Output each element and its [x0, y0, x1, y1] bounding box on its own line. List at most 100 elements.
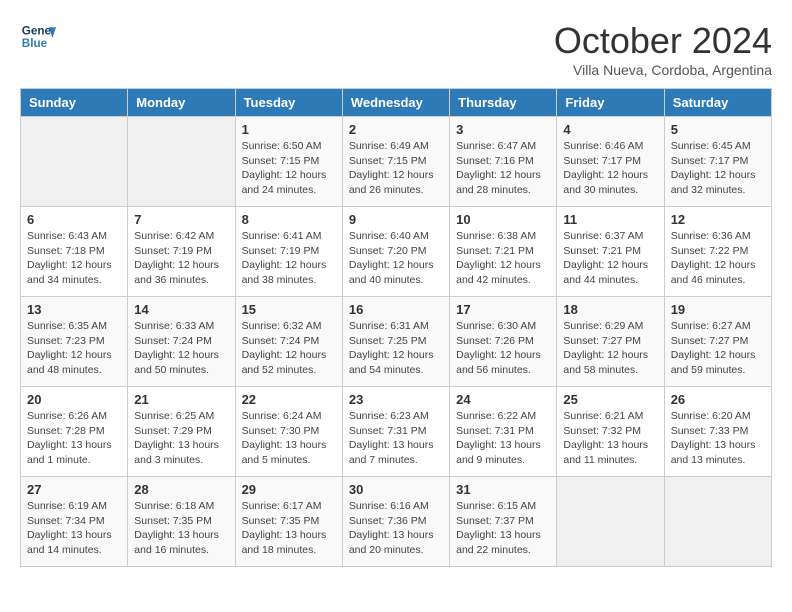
calendar-cell: 3Sunrise: 6:47 AM Sunset: 7:16 PM Daylig… — [450, 117, 557, 207]
day-info: Sunrise: 6:49 AM Sunset: 7:15 PM Dayligh… — [349, 139, 443, 198]
day-number: 26 — [671, 392, 765, 407]
day-number: 22 — [242, 392, 336, 407]
calendar-week-row: 1 Sunrise: 6:50 AM Sunset: 7:15 PM Daylig… — [21, 117, 772, 207]
calendar-cell: 29 Sunrise: 6:17 AM Sunset: 7:35 PM Dayli… — [235, 477, 342, 567]
day-info: Sunrise: 6:19 AM Sunset: 7:34 PM Dayligh… — [27, 499, 121, 558]
calendar-cell: 13 Sunrise: 6:35 AM Sunset: 7:23 PM Dayli… — [21, 297, 128, 387]
day-info: Sunrise: 6:33 AM Sunset: 7:24 PM Dayligh… — [134, 319, 228, 378]
day-info: Sunrise: 6:23 AM Sunset: 7:31 PM Dayligh… — [349, 409, 443, 468]
day-number: 3 — [456, 122, 550, 137]
logo-icon: General Blue — [20, 20, 56, 56]
day-info: Sunrise: 6:41 AM Sunset: 7:19 PM Dayligh… — [242, 229, 336, 288]
calendar-cell: 1 Sunrise: 6:50 AM Sunset: 7:15 PM Daylig… — [235, 117, 342, 207]
day-info: Sunrise: 6:17 AM Sunset: 7:35 PM Dayligh… — [242, 499, 336, 558]
day-info: Sunrise: 6:38 AM Sunset: 7:21 PM Dayligh… — [456, 229, 550, 288]
day-number: 30 — [349, 482, 443, 497]
calendar-cell: 22 Sunrise: 6:24 AM Sunset: 7:30 PM Dayli… — [235, 387, 342, 477]
day-info: Sunrise: 6:18 AM Sunset: 7:35 PM Dayligh… — [134, 499, 228, 558]
day-header-wednesday: Wednesday — [342, 89, 449, 117]
day-info: Sunrise: 6:31 AM Sunset: 7:25 PM Dayligh… — [349, 319, 443, 378]
day-number: 19 — [671, 302, 765, 317]
day-number: 14 — [134, 302, 228, 317]
calendar-cell — [557, 477, 664, 567]
calendar-cell: 31 Sunrise: 6:15 AM Sunset: 7:37 PM Dayli… — [450, 477, 557, 567]
day-info: Sunrise: 6:24 AM Sunset: 7:30 PM Dayligh… — [242, 409, 336, 468]
calendar-week-row: 20 Sunrise: 6:26 AM Sunset: 7:28 PM Dayli… — [21, 387, 772, 477]
calendar-cell: 26 Sunrise: 6:20 AM Sunset: 7:33 PM Dayli… — [664, 387, 771, 477]
day-info: Sunrise: 6:22 AM Sunset: 7:31 PM Dayligh… — [456, 409, 550, 468]
calendar-cell: 2Sunrise: 6:49 AM Sunset: 7:15 PM Daylig… — [342, 117, 449, 207]
calendar-week-row: 6 Sunrise: 6:43 AM Sunset: 7:18 PM Daylig… — [21, 207, 772, 297]
calendar-cell: 30Sunrise: 6:16 AM Sunset: 7:36 PM Dayli… — [342, 477, 449, 567]
day-number: 12 — [671, 212, 765, 227]
svg-text:Blue: Blue — [22, 37, 48, 50]
day-number: 27 — [27, 482, 121, 497]
calendar-cell: 21 Sunrise: 6:25 AM Sunset: 7:29 PM Dayli… — [128, 387, 235, 477]
day-info: Sunrise: 6:30 AM Sunset: 7:26 PM Dayligh… — [456, 319, 550, 378]
calendar-week-row: 13 Sunrise: 6:35 AM Sunset: 7:23 PM Dayli… — [21, 297, 772, 387]
day-info: Sunrise: 6:35 AM Sunset: 7:23 PM Dayligh… — [27, 319, 121, 378]
day-number: 15 — [242, 302, 336, 317]
day-number: 10 — [456, 212, 550, 227]
day-info: Sunrise: 6:15 AM Sunset: 7:37 PM Dayligh… — [456, 499, 550, 558]
title-block: October 2024 Villa Nueva, Cordoba, Argen… — [554, 20, 772, 78]
page-header: General Blue October 2024 Villa Nueva, C… — [20, 20, 772, 78]
calendar-cell: 14 Sunrise: 6:33 AM Sunset: 7:24 PM Dayli… — [128, 297, 235, 387]
day-number: 23 — [349, 392, 443, 407]
day-info: Sunrise: 6:20 AM Sunset: 7:33 PM Dayligh… — [671, 409, 765, 468]
calendar-cell: 16 Sunrise: 6:31 AM Sunset: 7:25 PM Dayli… — [342, 297, 449, 387]
calendar-cell: 27 Sunrise: 6:19 AM Sunset: 7:34 PM Dayli… — [21, 477, 128, 567]
day-header-friday: Friday — [557, 89, 664, 117]
day-info: Sunrise: 6:29 AM Sunset: 7:27 PM Dayligh… — [563, 319, 657, 378]
day-number: 6 — [27, 212, 121, 227]
calendar-cell — [128, 117, 235, 207]
day-number: 28 — [134, 482, 228, 497]
day-number: 1 — [242, 122, 336, 137]
day-info: Sunrise: 6:26 AM Sunset: 7:28 PM Dayligh… — [27, 409, 121, 468]
day-header-sunday: Sunday — [21, 89, 128, 117]
calendar-cell: 6 Sunrise: 6:43 AM Sunset: 7:18 PM Daylig… — [21, 207, 128, 297]
day-number: 11 — [563, 212, 657, 227]
day-info: Sunrise: 6:25 AM Sunset: 7:29 PM Dayligh… — [134, 409, 228, 468]
calendar-week-row: 27 Sunrise: 6:19 AM Sunset: 7:34 PM Dayli… — [21, 477, 772, 567]
logo: General Blue — [20, 20, 56, 56]
day-info: Sunrise: 6:45 AM Sunset: 7:17 PM Dayligh… — [671, 139, 765, 198]
day-number: 13 — [27, 302, 121, 317]
day-info: Sunrise: 6:36 AM Sunset: 7:22 PM Dayligh… — [671, 229, 765, 288]
day-header-saturday: Saturday — [664, 89, 771, 117]
day-number: 4 — [563, 122, 657, 137]
day-number: 9 — [349, 212, 443, 227]
day-info: Sunrise: 6:37 AM Sunset: 7:21 PM Dayligh… — [563, 229, 657, 288]
calendar-cell: 18Sunrise: 6:29 AM Sunset: 7:27 PM Dayli… — [557, 297, 664, 387]
day-header-tuesday: Tuesday — [235, 89, 342, 117]
calendar-table: SundayMondayTuesdayWednesdayThursdayFrid… — [20, 88, 772, 567]
day-info: Sunrise: 6:46 AM Sunset: 7:17 PM Dayligh… — [563, 139, 657, 198]
calendar-cell: 8 Sunrise: 6:41 AM Sunset: 7:19 PM Daylig… — [235, 207, 342, 297]
calendar-cell: 10 Sunrise: 6:38 AM Sunset: 7:21 PM Dayli… — [450, 207, 557, 297]
calendar-cell: 7Sunrise: 6:42 AM Sunset: 7:19 PM Daylig… — [128, 207, 235, 297]
day-number: 16 — [349, 302, 443, 317]
day-number: 7 — [134, 212, 228, 227]
day-info: Sunrise: 6:32 AM Sunset: 7:24 PM Dayligh… — [242, 319, 336, 378]
day-info: Sunrise: 6:43 AM Sunset: 7:18 PM Dayligh… — [27, 229, 121, 288]
day-info: Sunrise: 6:27 AM Sunset: 7:27 PM Dayligh… — [671, 319, 765, 378]
day-info: Sunrise: 6:40 AM Sunset: 7:20 PM Dayligh… — [349, 229, 443, 288]
calendar-cell: 19 Sunrise: 6:27 AM Sunset: 7:27 PM Dayli… — [664, 297, 771, 387]
day-number: 21 — [134, 392, 228, 407]
calendar-cell — [664, 477, 771, 567]
calendar-cell: 28 Sunrise: 6:18 AM Sunset: 7:35 PM Dayli… — [128, 477, 235, 567]
day-info: Sunrise: 6:21 AM Sunset: 7:32 PM Dayligh… — [563, 409, 657, 468]
day-info: Sunrise: 6:50 AM Sunset: 7:15 PM Dayligh… — [242, 139, 336, 198]
day-number: 29 — [242, 482, 336, 497]
calendar-cell: 4 Sunrise: 6:46 AM Sunset: 7:17 PM Daylig… — [557, 117, 664, 207]
day-number: 20 — [27, 392, 121, 407]
day-number: 17 — [456, 302, 550, 317]
calendar-cell: 24Sunrise: 6:22 AM Sunset: 7:31 PM Dayli… — [450, 387, 557, 477]
day-number: 8 — [242, 212, 336, 227]
calendar-cell: 9 Sunrise: 6:40 AM Sunset: 7:20 PM Daylig… — [342, 207, 449, 297]
day-number: 31 — [456, 482, 550, 497]
calendar-header-row: SundayMondayTuesdayWednesdayThursdayFrid… — [21, 89, 772, 117]
calendar-cell: 23 Sunrise: 6:23 AM Sunset: 7:31 PM Dayli… — [342, 387, 449, 477]
day-number: 25 — [563, 392, 657, 407]
calendar-cell — [21, 117, 128, 207]
